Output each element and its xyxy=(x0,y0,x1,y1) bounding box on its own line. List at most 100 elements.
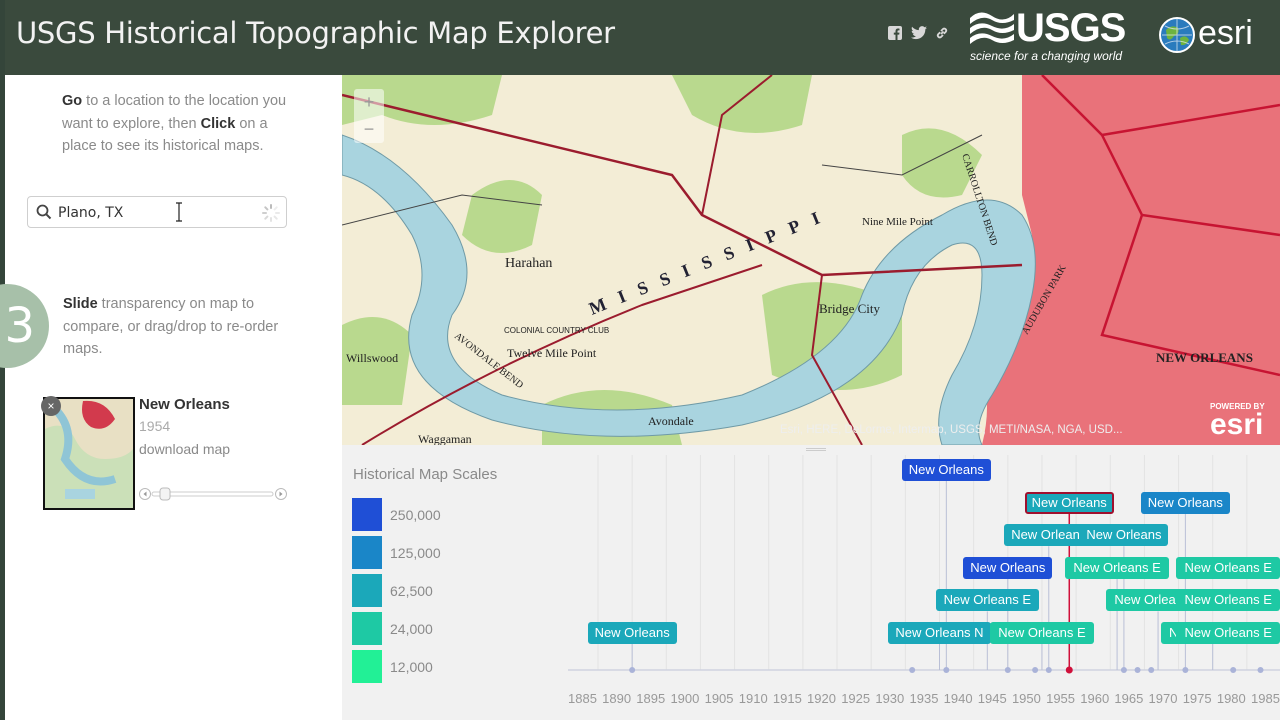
twelve-mile-point-label: Twelve Mile Point xyxy=(507,346,597,360)
timeline-chart[interactable]: New Orleans New Orleans New Orleans New Orl… xyxy=(568,445,1280,720)
timeline-axis xyxy=(568,455,1280,674)
step-3-number: 3 xyxy=(0,284,49,368)
timeline-map-bar[interactable]: New Orleans E xyxy=(1176,622,1280,644)
twitter-icon[interactable] xyxy=(911,26,927,42)
timeline-dot[interactable] xyxy=(1004,667,1011,673)
timeline-dot[interactable] xyxy=(943,667,950,673)
year-tick-label: 1895 xyxy=(636,691,666,706)
powered-by-esri-logo[interactable]: esri xyxy=(1210,408,1263,442)
timeline-dot[interactable] xyxy=(1182,667,1189,673)
legend-label: 24,000 xyxy=(390,621,433,637)
slide-keyword: Slide xyxy=(63,296,98,312)
zoom-out-button[interactable]: − xyxy=(354,116,384,143)
year-tick-label: 1970 xyxy=(1148,691,1178,706)
year-tick-label: 1925 xyxy=(841,691,871,706)
slider-handle[interactable] xyxy=(159,487,171,501)
map-card-year: 1954 xyxy=(139,418,171,434)
year-tick-label: 1920 xyxy=(807,691,836,706)
timeline-dot[interactable] xyxy=(1065,666,1073,674)
search-icon xyxy=(36,204,52,225)
facebook-icon[interactable] xyxy=(887,26,903,42)
nine-mile-point-label: Nine Mile Point xyxy=(862,216,933,228)
avondale-label: Avondale xyxy=(648,414,694,428)
go-keyword: Go xyxy=(62,93,83,109)
timeline-map-bar[interactable]: New Orleans E xyxy=(1176,556,1280,579)
location-search-box[interactable] xyxy=(27,196,287,228)
year-tick-label: 1900 xyxy=(670,691,700,706)
zoom-in-button[interactable]: + xyxy=(354,89,384,116)
legend-swatch xyxy=(352,650,382,683)
legend-swatch xyxy=(352,536,382,569)
download-map-link[interactable]: download map xyxy=(139,441,230,457)
timeline-dot[interactable] xyxy=(1134,667,1141,673)
timeline-dot[interactable] xyxy=(1148,667,1155,673)
timeline-dot[interactable] xyxy=(629,667,636,673)
usgs-tagline: science for a changing world xyxy=(970,49,1123,63)
step-3-instructions: Slide transparency on map to compare, or… xyxy=(63,293,289,361)
timeline-dot[interactable] xyxy=(1120,667,1127,673)
loading-spinner-icon xyxy=(262,204,280,227)
timeline-dot[interactable] xyxy=(1045,667,1052,673)
timeline-map-bar[interactable]: New Orleans xyxy=(1079,524,1169,547)
zoom-controls: + − xyxy=(354,89,384,143)
remove-map-button[interactable]: × xyxy=(41,396,61,416)
year-tick-label: 1980 xyxy=(1216,691,1246,706)
bridge-city-label: Bridge City xyxy=(819,301,881,316)
year-tick-label: 1905 xyxy=(704,691,734,706)
text-cursor-icon xyxy=(175,202,183,227)
legend-label: 12,000 xyxy=(390,659,433,675)
timeline-map-bar[interactable]: New Orleans E xyxy=(1065,556,1169,579)
year-tick-label: 1945 xyxy=(977,691,1007,706)
timeline-map-bar[interactable]: New Orleans xyxy=(963,556,1053,579)
map-attribution[interactable]: Esri, HERE, DeLorme, Intermap, USGS, MET… xyxy=(780,424,1123,436)
search-input[interactable] xyxy=(58,203,258,223)
timeline-map-bar[interactable]: New Orleans xyxy=(587,622,677,644)
legend-label: 62,500 xyxy=(390,583,433,599)
willswood-label: Willswood xyxy=(346,351,398,365)
timeline-map-bar[interactable]: New Orleans E xyxy=(1176,589,1280,612)
timeline-map-bar[interactable]: New Orleans N xyxy=(887,622,992,644)
year-tick-label: 1940 xyxy=(943,691,973,706)
timeline-title: Historical Map Scales xyxy=(353,466,498,483)
click-keyword: Click xyxy=(200,115,236,132)
year-tick-label: 1935 xyxy=(909,691,939,706)
step-2-instructions: Go to a location to the location you wan… xyxy=(62,90,292,158)
timeline-panel: Historical Map Scales 250,000 125,000 62,5… xyxy=(342,445,1280,720)
year-tick-label: 1890 xyxy=(602,691,632,706)
usgs-logo[interactable]: USGS science for a changing world xyxy=(970,6,1132,66)
esri-logo[interactable]: esri xyxy=(1158,14,1270,56)
year-tick-label: 1950 xyxy=(1011,691,1041,706)
map-card-name: New Orleans xyxy=(139,396,230,413)
map-view[interactable]: MISSISSIPPI Harahan Bridge City Twelve M… xyxy=(342,75,1280,445)
timeline-map-bar[interactable]: New Orleans E xyxy=(935,589,1040,612)
app-title: USGS Historical Topographic Map Explorer xyxy=(16,16,615,50)
year-tick-label: 1955 xyxy=(1046,691,1076,706)
timeline-dot[interactable] xyxy=(1032,667,1039,673)
timeline-map-bar[interactable]: New Orleans xyxy=(1140,491,1230,514)
new-orleans-map-label: NEW ORLEANS xyxy=(1156,350,1253,365)
year-tick-label: 1910 xyxy=(738,691,768,706)
side-panel: Go to a location to the location you wan… xyxy=(0,75,342,720)
timeline-dot[interactable] xyxy=(1230,667,1237,673)
waggaman-label: Waggaman xyxy=(418,432,472,445)
timeline-map-bar[interactable]: New Orleans xyxy=(901,459,991,481)
year-tick-label: 1975 xyxy=(1182,691,1212,706)
timeline-map-bar[interactable]: New Orleans xyxy=(1024,491,1114,514)
app-header: USGS Historical Topographic Map Explorer… xyxy=(0,0,1280,75)
topo-map-image: MISSISSIPPI Harahan Bridge City Twelve M… xyxy=(342,75,1280,445)
year-tick-label: 1985 xyxy=(1251,691,1280,706)
year-tick-label: 1930 xyxy=(875,691,905,706)
year-tick-label: 1965 xyxy=(1114,691,1144,706)
timeline-map-bar[interactable]: New Orleans E xyxy=(990,622,1094,644)
legend-label: 125,000 xyxy=(390,545,441,561)
legend-swatch xyxy=(352,612,382,645)
harahan-label: Harahan xyxy=(505,256,552,271)
year-tick-label: 1960 xyxy=(1080,691,1110,706)
transparency-slider[interactable] xyxy=(139,487,287,501)
timeline-dot[interactable] xyxy=(1257,667,1264,673)
timeline-dot[interactable] xyxy=(909,667,916,673)
link-icon[interactable] xyxy=(934,26,950,42)
country-club-label: COLONIAL COUNTRY CLUB xyxy=(504,326,609,335)
year-tick-label: 1915 xyxy=(772,691,802,706)
esri-wordmark: esri xyxy=(1198,14,1253,52)
